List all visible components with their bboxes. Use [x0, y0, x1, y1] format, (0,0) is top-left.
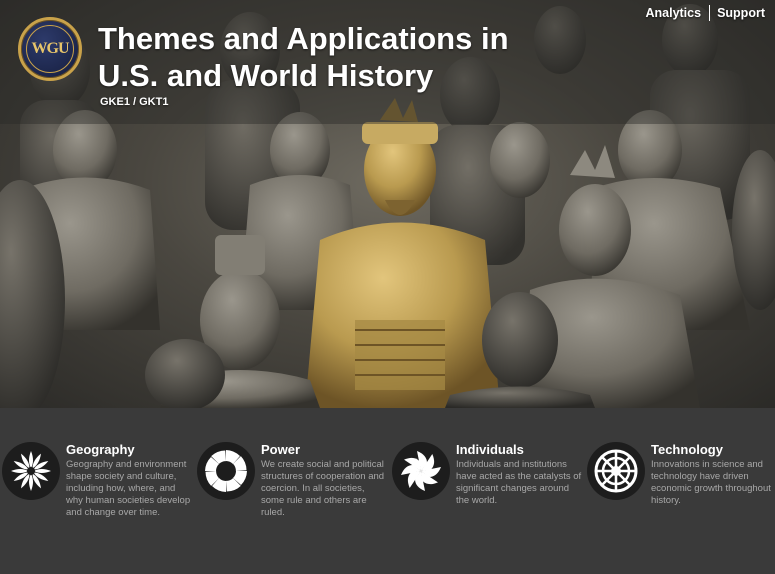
theme-title: Individuals — [456, 442, 524, 457]
nav-divider — [709, 5, 711, 21]
theme-geography[interactable]: Geography Geography and environment shap… — [0, 440, 195, 550]
logo-letters: WGU — [31, 40, 70, 57]
theme-title: Geography — [66, 442, 135, 457]
analytics-link[interactable]: Analytics — [645, 6, 701, 20]
theme-technology[interactable]: Technology Innovations in science and te… — [585, 440, 775, 550]
themes-strip: Geography Geography and environment shap… — [0, 408, 775, 574]
page-title: Themes and Applications in U.S. and Worl… — [98, 21, 509, 93]
theme-description: Innovations in science and technology ha… — [651, 459, 771, 506]
sunflower-icon[interactable] — [2, 442, 60, 500]
support-link[interactable]: Support — [717, 6, 765, 20]
wgu-seal-logo[interactable]: WGU — [18, 17, 82, 81]
theme-description: We create social and political structure… — [261, 459, 385, 518]
theme-description: Geography and environment shape society … — [66, 459, 191, 518]
theme-title: Power — [261, 442, 301, 457]
course-code: GKE1 / GKT1 — [100, 96, 169, 108]
theme-description: Individuals and institutions have acted … — [456, 459, 582, 506]
wheel-icon[interactable] — [587, 442, 645, 500]
pinwheel-icon[interactable] — [392, 442, 450, 500]
theme-individuals[interactable]: Individuals Individuals and institutions… — [390, 440, 585, 550]
theme-power[interactable]: Power We create social and political str… — [195, 440, 390, 550]
swirl-icon[interactable] — [197, 442, 255, 500]
theme-title: Technology — [651, 442, 723, 457]
top-nav: Analytics Support — [645, 5, 765, 21]
